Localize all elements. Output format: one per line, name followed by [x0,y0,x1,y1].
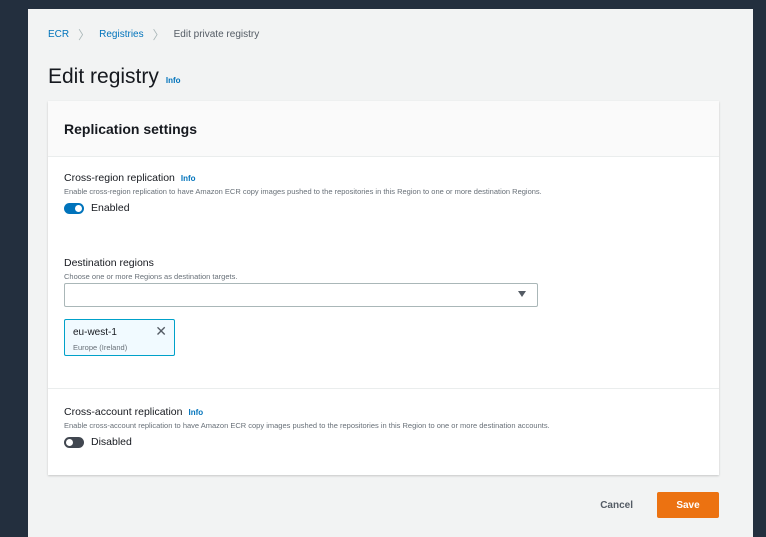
breadcrumb-registries-link[interactable]: Registries [99,29,143,40]
destination-regions-select[interactable] [64,283,538,307]
cross-region-label: Cross-region replication [64,172,175,184]
cross-account-label: Cross-account replication [64,406,183,418]
form-actions: Cancel Save [600,492,719,518]
cross-account-section: Cross-account replication Info Enable cr… [64,406,703,448]
cross-account-toggle-row: Disabled [64,436,703,448]
panel-title: Replication settings [64,121,198,137]
breadcrumb: ECR 〉 Registries 〉 Edit private registry [48,27,260,42]
panel-header: Replication settings [48,101,719,157]
chevron-right-icon: 〉 [152,27,165,42]
cross-account-description: Enable cross-account replication to have… [64,421,550,430]
cross-region-toggle[interactable] [64,202,84,214]
cross-region-label-row: Cross-region replication Info [64,172,703,184]
cross-region-toggle-label: Enabled [91,202,130,214]
save-button[interactable]: Save [657,492,719,518]
breadcrumb-current: Edit private registry [173,29,260,40]
page-header: Edit registry Info [48,65,181,89]
section-divider [48,388,719,389]
destination-regions-description: Choose one or more Regions as destinatio… [64,272,238,281]
cross-account-toggle-label: Disabled [91,436,132,448]
cross-account-info-link[interactable]: Info [188,408,203,417]
page-title: Edit registry [48,65,159,88]
cross-region-description: Enable cross-region replication to have … [64,187,542,196]
cross-account-label-row: Cross-account replication Info [64,406,703,418]
cancel-button[interactable]: Cancel [600,500,633,511]
cross-region-section: Cross-region replication Info Enable cro… [64,172,703,214]
page-title-info-link[interactable]: Info [166,76,181,85]
region-token: eu-west-1 Europe (Ireland) ✕ [64,319,175,356]
breadcrumb-ecr-link[interactable]: ECR [48,29,69,40]
close-icon[interactable]: ✕ [155,323,167,339]
replication-settings-panel: Replication settings Cross-region replic… [48,101,719,475]
cross-region-toggle-row: Enabled [64,202,703,214]
caret-down-icon [518,291,526,297]
edit-registry-page: ECR 〉 Registries 〉 Edit private registry… [28,9,753,537]
toggle-knob [75,204,82,212]
chevron-right-icon: 〉 [78,27,91,42]
destination-regions-section: Destination regions Choose one or more R… [64,257,703,282]
region-token-name: eu-west-1 [73,327,117,338]
toggle-knob [66,438,73,446]
cross-region-info-link[interactable]: Info [181,174,196,183]
destination-regions-label: Destination regions [64,257,154,269]
region-token-description: Europe (Ireland) [73,343,128,352]
cross-account-toggle[interactable] [64,436,84,448]
